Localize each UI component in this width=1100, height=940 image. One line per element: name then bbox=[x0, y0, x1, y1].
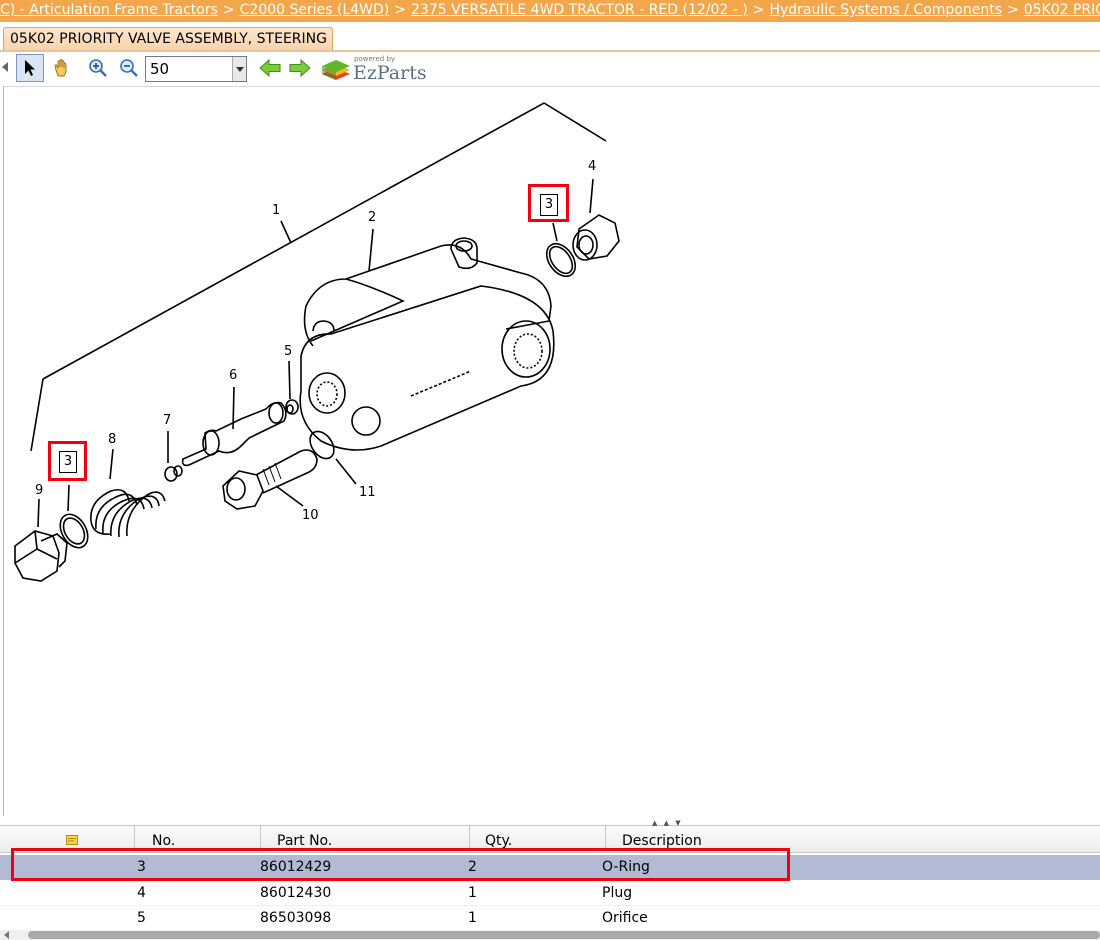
fitting-part[interactable] bbox=[222, 449, 318, 510]
select-tool-button[interactable] bbox=[16, 54, 44, 82]
row-qty: 1 bbox=[468, 885, 477, 901]
leader-line-8 bbox=[109, 448, 114, 480]
callout-11[interactable]: 11 bbox=[359, 485, 376, 500]
zoom-in-button[interactable] bbox=[84, 54, 112, 82]
callout-8[interactable]: 8 bbox=[108, 432, 116, 447]
callout-7[interactable]: 7 bbox=[163, 413, 171, 428]
row-description: Plug bbox=[602, 885, 633, 901]
spool-part[interactable] bbox=[181, 401, 287, 467]
horizontal-scrollbar[interactable] bbox=[0, 930, 1100, 940]
pane-splitter[interactable]: ▲ ▲ ▼ bbox=[0, 816, 1100, 827]
row-qty: 1 bbox=[468, 910, 477, 926]
leader-line-4 bbox=[589, 178, 594, 214]
breadcrumb-separator: > bbox=[222, 2, 235, 18]
table-row[interactable]: 5 86503098 1 Orifice bbox=[0, 906, 1100, 931]
assembly-bracket-line bbox=[42, 102, 607, 380]
zoom-out-button[interactable] bbox=[115, 54, 143, 82]
orifice-part[interactable] bbox=[285, 399, 299, 415]
o-ring-inner-bottom bbox=[62, 517, 86, 545]
leader-line-3-bottom bbox=[67, 484, 70, 512]
forward-arrow-icon bbox=[289, 59, 311, 77]
toolbar-scroll-left-icon[interactable] bbox=[2, 62, 8, 72]
spring-part[interactable] bbox=[90, 488, 166, 538]
row-no: 5 bbox=[137, 910, 146, 926]
pan-tool-button[interactable] bbox=[48, 54, 76, 82]
zoom-level-select[interactable]: 50 bbox=[145, 56, 247, 82]
pin-part[interactable] bbox=[164, 465, 183, 482]
leader-line-2 bbox=[368, 228, 374, 272]
callout-3-top-highlight[interactable]: 3 bbox=[528, 184, 569, 222]
ezparts-books-icon bbox=[322, 60, 350, 80]
select-arrow-icon bbox=[25, 60, 35, 76]
breadcrumb-link-articulation[interactable]: C) - Articulation Frame Tractors bbox=[0, 2, 218, 18]
row-no: 4 bbox=[137, 885, 146, 901]
callout-10[interactable]: 10 bbox=[302, 508, 319, 523]
assembly-bracket-left-leg bbox=[30, 378, 44, 452]
next-button[interactable] bbox=[286, 54, 314, 82]
breadcrumb-separator: > bbox=[394, 2, 407, 18]
breadcrumb-link-model[interactable]: 2375 VERSATILE 4WD TRACTOR - RED (12/02 … bbox=[411, 2, 748, 18]
selected-row-highlight bbox=[11, 848, 790, 881]
leader-line-5 bbox=[288, 360, 291, 400]
callout-3-bottom[interactable]: 3 bbox=[59, 451, 77, 473]
pan-hand-icon bbox=[54, 59, 67, 77]
breadcrumb-link-hydraulics[interactable]: Hydraulic Systems / Components bbox=[769, 2, 1002, 18]
leader-line-10 bbox=[275, 485, 304, 507]
breadcrumb-link-series[interactable]: C2000 Series (L4WD) bbox=[240, 2, 390, 18]
ezparts-logo: powered by EzParts bbox=[320, 54, 430, 86]
row-part-no: 86012430 bbox=[260, 885, 332, 901]
zoom-level-value: 50 bbox=[150, 60, 170, 78]
scrollbar-thumb[interactable] bbox=[28, 931, 1100, 939]
valve-body-part[interactable] bbox=[299, 237, 555, 451]
previous-button[interactable] bbox=[256, 54, 284, 82]
tab-priority-valve[interactable]: 05K02 PRIORITY VALVE ASSEMBLY, STEERING bbox=[3, 27, 333, 51]
o-ring-inner-top bbox=[548, 245, 574, 275]
chevron-down-icon[interactable] bbox=[232, 57, 246, 81]
table-row[interactable]: 4 86012430 1 Plug bbox=[0, 881, 1100, 906]
end-plug-part[interactable] bbox=[14, 530, 68, 582]
row-description: Orifice bbox=[602, 910, 648, 926]
note-icon bbox=[66, 835, 78, 845]
leader-line-11 bbox=[335, 458, 357, 485]
callout-5[interactable]: 5 bbox=[284, 344, 292, 359]
breadcrumb: C) - Articulation Frame Tractors > C2000 S… bbox=[0, 0, 1100, 22]
row-part-no: 86503098 bbox=[260, 910, 332, 926]
breadcrumb-separator: > bbox=[752, 2, 765, 18]
zoom-out-icon bbox=[120, 59, 138, 77]
plug-part[interactable] bbox=[572, 214, 620, 261]
o-ring-part-top[interactable] bbox=[541, 238, 581, 281]
breadcrumb-separator: > bbox=[1007, 2, 1019, 18]
callout-3-bottom-highlight[interactable]: 3 bbox=[48, 441, 87, 481]
callout-1[interactable]: 1 bbox=[272, 203, 280, 218]
callout-4[interactable]: 4 bbox=[588, 159, 596, 174]
callout-6[interactable]: 6 bbox=[229, 368, 237, 383]
leader-line-1 bbox=[280, 220, 292, 244]
o-ring-part-bottom[interactable] bbox=[55, 509, 94, 552]
callout-9[interactable]: 9 bbox=[35, 483, 43, 498]
logo-name: EzParts bbox=[353, 62, 427, 84]
o-ring-part-11[interactable] bbox=[305, 427, 339, 463]
leader-line-9 bbox=[37, 498, 40, 528]
back-arrow-icon bbox=[259, 59, 281, 77]
callout-2[interactable]: 2 bbox=[368, 210, 376, 225]
zoom-in-icon bbox=[89, 59, 107, 77]
leader-line-3-top bbox=[552, 222, 558, 242]
breadcrumb-link-current[interactable]: 05K02 PRIORITY VALVE ASSEMBLY, STEERING bbox=[1024, 2, 1100, 18]
scroll-left-icon[interactable] bbox=[4, 931, 9, 939]
toolbar: 50 powered by EzParts bbox=[0, 52, 1100, 86]
callout-3-top[interactable]: 3 bbox=[540, 194, 558, 216]
parts-diagram-panel[interactable]: 1 2 3 4 5 6 7 8 3 9 10 11 bbox=[3, 86, 1100, 816]
